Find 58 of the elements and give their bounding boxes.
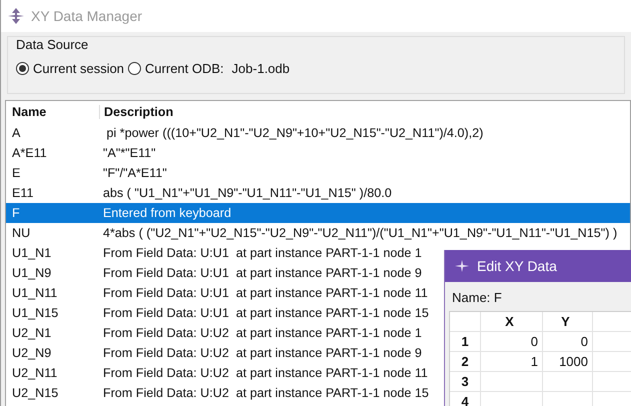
- radio-option[interactable]: Current ODB:: [128, 61, 224, 76]
- app-icon: [8, 8, 24, 24]
- name-cell-text: F: [11, 206, 21, 220]
- name-cell-text: E: [11, 166, 22, 180]
- column-header[interactable]: Description: [100, 105, 174, 119]
- table-cell[interactable]: 0: [481, 332, 543, 352]
- description-cell-text: From Field Data: U:U2 at part instance PART-1-1 node 15: [102, 386, 429, 400]
- name-cell-text: U2_N15: [11, 386, 60, 400]
- description-cell-text: From Field Data: U:U2 at part instance PART-1-1 node 1: [102, 326, 422, 340]
- description-cell-text: pi *power (((10+"U2_N1"-"U2_N9"+10+"U2_N15"-"U2_N11")/4.0),2): [105, 126, 484, 140]
- column-header[interactable]: Name: [6, 105, 100, 119]
- list-row[interactable]: A pi *power (((10+"U2_N1"-"U2_N9"+10+"U2_N15"-"U2_N11")/4.0),2): [6, 123, 630, 143]
- name-cell-text: E11: [11, 186, 34, 200]
- window-title: XY Data Manager: [31, 8, 142, 24]
- radio-option[interactable]: Current session: [16, 61, 124, 76]
- list-row[interactable]: A*E11 "A"*"E11": [6, 143, 630, 163]
- name-cell-text: A*E11: [11, 146, 48, 160]
- table-cell[interactable]: 1: [481, 352, 543, 372]
- name-cell-text: A: [11, 126, 22, 140]
- app-icon: [455, 260, 469, 272]
- column-header: Y: [543, 312, 593, 332]
- description-cell-text: From Field Data: U:U1 at part instance PART-1-1 node 1: [102, 246, 422, 260]
- name-cell-text: U2_N9: [11, 346, 52, 360]
- list-row[interactable]: F Entered from keyboard: [6, 203, 630, 223]
- description-cell-text: From Field Data: U:U2 at part instance PART-1-1 node 9: [102, 346, 422, 360]
- table-cell[interactable]: [543, 372, 593, 392]
- description-cell-text: From Field Data: U:U2 at part instance PART-1-1 node 11: [102, 366, 428, 380]
- description-cell-text: Entered from keyboard: [102, 206, 232, 220]
- name-cell-text: U1_N15: [11, 306, 60, 320]
- row-header: 2: [450, 352, 481, 372]
- row-header: 1: [450, 332, 481, 352]
- description-cell-text: abs ( "U1_N1"+"U1_N9"-"U1_N11"-"U1_N15" )/80.0: [102, 186, 392, 200]
- description-cell-text: 4*abs ( ("U2_N1"+"U2_N15"-"U2_N9"-"U2_N11")/("U1_N1"+"U1_N9"-"U1_N11"-"U1_N15") ): [102, 226, 618, 240]
- column-header: X: [481, 312, 543, 332]
- description-cell-text: From Field Data: U:U1 at part instance PART-1-1 node 9: [102, 266, 422, 280]
- list-row[interactable]: NU 4*abs ( ("U2_N1"+"U2_N15"-"U2_N9"-"U2_N11")/("U1_N1"+"U1_N9"-"U1_N11"-"U1_N15") ): [6, 223, 630, 243]
- table-corner: [450, 312, 481, 332]
- row-header: 4: [450, 392, 481, 406]
- table-cell[interactable]: 1000: [543, 352, 593, 372]
- group-legend: Data Source: [16, 37, 88, 52]
- name-cell-text: U2_N11: [11, 366, 58, 380]
- description-cell-text: "F"/"A*E11": [102, 166, 167, 180]
- name-cell-text: U1_N9: [11, 266, 52, 280]
- odb-name: Job-1.odb: [232, 61, 290, 76]
- name-cell-text: U1_N1: [11, 246, 52, 260]
- name-label: Name: F: [451, 289, 503, 307]
- dialog-title: Edit XY Data: [477, 258, 557, 274]
- table-cell[interactable]: [481, 372, 543, 392]
- name-cell-text: U2_N1: [11, 326, 52, 340]
- row-header: 3: [450, 372, 481, 392]
- description-cell-text: From Field Data: U:U1 at part instance PART-1-1 node 11: [102, 286, 428, 300]
- table-cell[interactable]: 0: [543, 332, 593, 352]
- description-cell-text: "A"*"E11": [102, 146, 156, 160]
- name-cell-text: U1_N11: [11, 286, 58, 300]
- name-cell-text: NU: [11, 226, 32, 240]
- description-cell-text: From Field Data: U:U1 at part instance PART-1-1 node 15: [102, 306, 429, 320]
- list-row[interactable]: E11 abs ( "U1_N1"+"U1_N9"-"U1_N11"-"U1_N15" )/80.0: [6, 183, 630, 203]
- list-row[interactable]: E "F"/"A*E11": [6, 163, 630, 183]
